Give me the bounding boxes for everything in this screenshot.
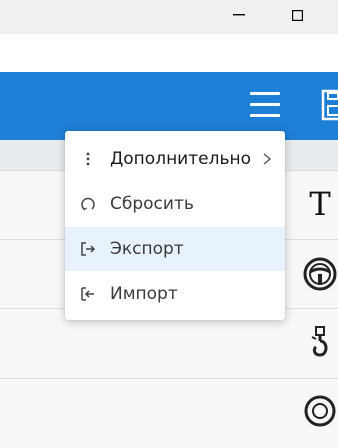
save-button[interactable] xyxy=(320,88,338,122)
maximize-icon xyxy=(291,9,303,21)
menu-item-label: Сбросить xyxy=(110,194,194,214)
hook-icon xyxy=(302,325,338,361)
address-bar-area xyxy=(0,34,338,72)
maximize-button[interactable] xyxy=(274,0,320,30)
minimize-button[interactable] xyxy=(216,0,262,30)
hamburger-menu-icon xyxy=(250,92,280,95)
chevron-right-icon xyxy=(263,153,272,165)
menu-item-label: Экспорт xyxy=(110,239,184,259)
app-header xyxy=(0,72,338,140)
export-icon xyxy=(79,240,97,258)
menu-item-export[interactable]: Экспорт xyxy=(65,227,285,271)
menu-item-label: Дополнительно xyxy=(110,149,251,169)
text-t-icon: T xyxy=(309,185,331,223)
minimize-icon xyxy=(233,14,245,16)
window-titlebar xyxy=(0,0,338,34)
reset-icon xyxy=(79,195,97,213)
menu-item-label: Импорт xyxy=(110,284,178,304)
import-icon xyxy=(79,285,97,303)
menu-item-more[interactable]: Дополнительно xyxy=(65,137,285,181)
wheel-partial-icon xyxy=(302,393,338,429)
context-menu: Дополнительно Сбросить Экспорт Импорт xyxy=(65,131,285,320)
menu-item-reset[interactable]: Сбросить xyxy=(65,182,285,226)
menu-button[interactable] xyxy=(248,88,282,122)
list-item[interactable] xyxy=(0,378,338,448)
floppy-disk-icon xyxy=(321,89,338,121)
menu-item-import[interactable]: Импорт xyxy=(65,272,285,316)
steering-wheel-icon xyxy=(302,256,338,292)
vertical-dots-icon xyxy=(79,150,97,168)
